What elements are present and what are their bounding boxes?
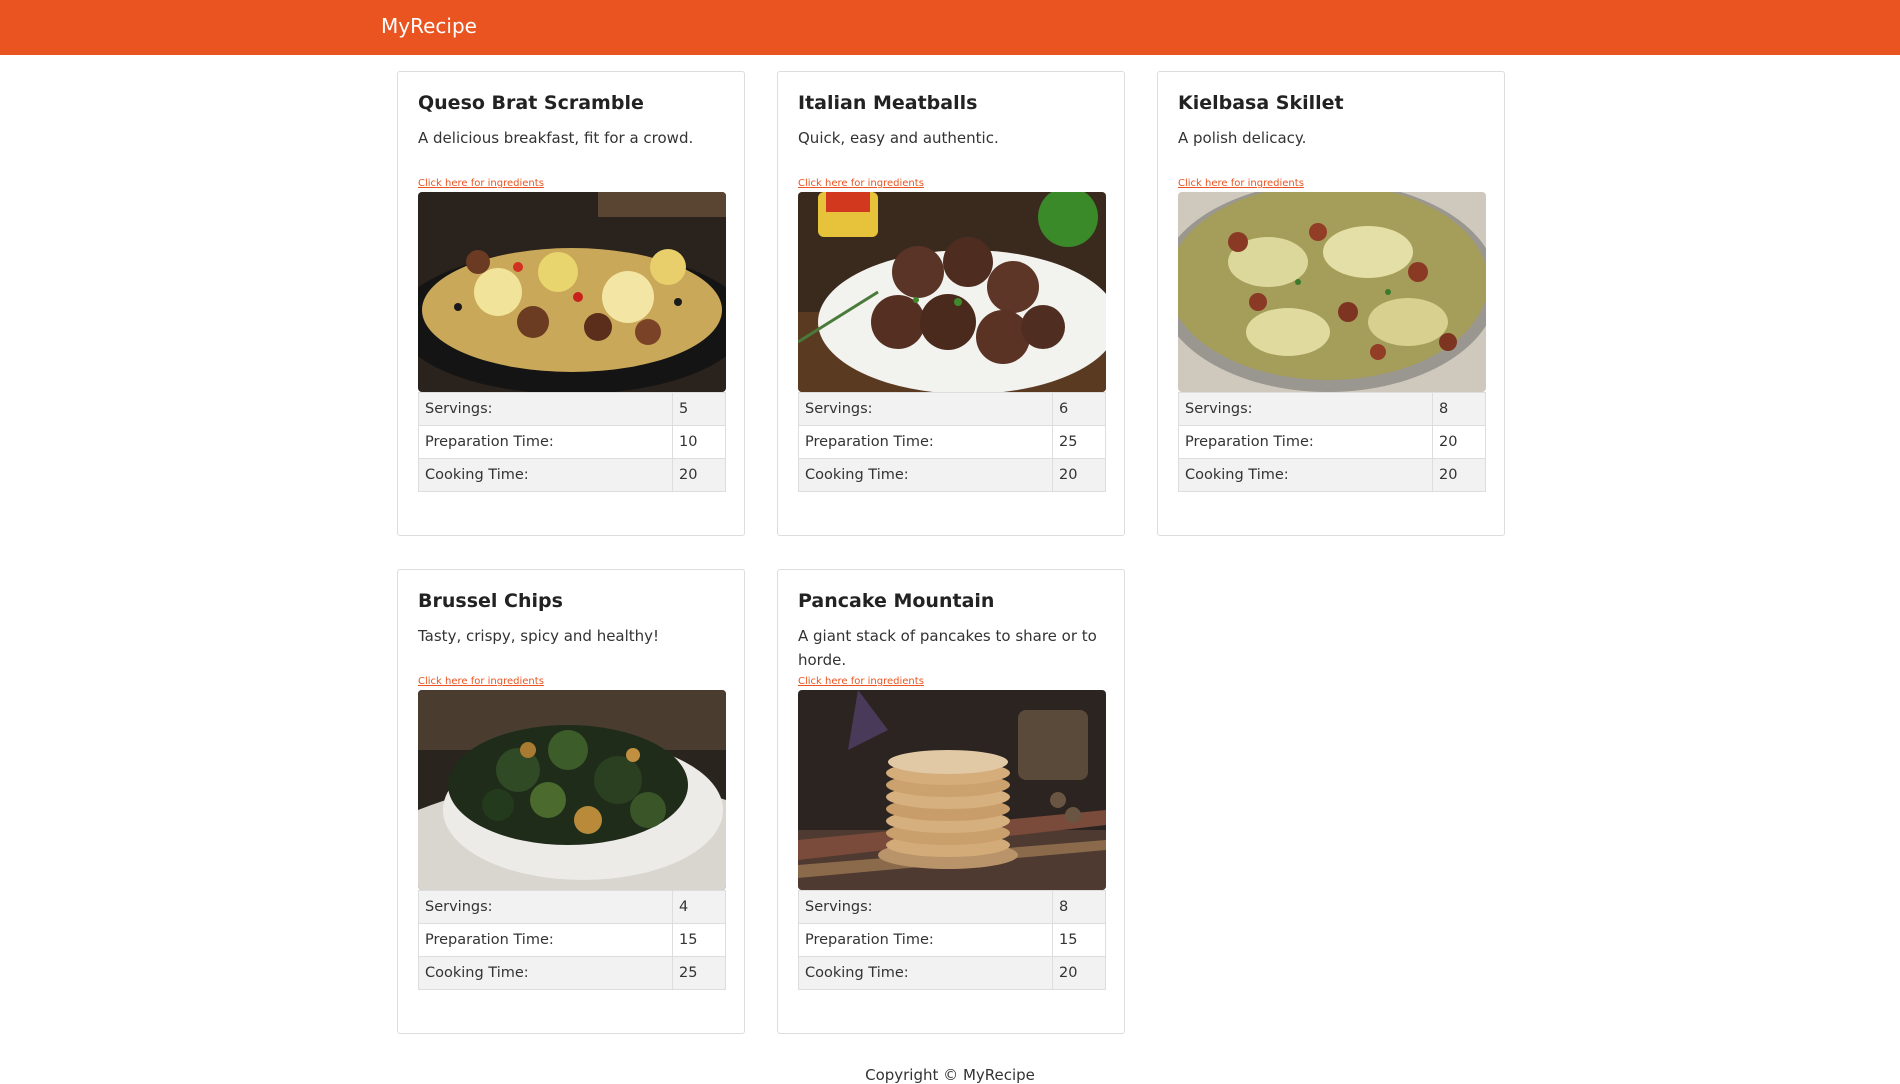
table-row: Preparation Time: 20 (1178, 425, 1486, 459)
recipe-stats-table: Servings: 6 Preparation Time: 25 Cooking… (798, 392, 1106, 492)
recipe-photo (418, 690, 726, 890)
servings-value: 6 (1052, 392, 1106, 426)
brand-link[interactable]: MyRecipe (381, 14, 477, 38)
recipe-description: A giant stack of pancakes to share or to… (798, 627, 1097, 669)
footer: Copyright © MyRecipe (0, 1066, 1900, 1084)
cook-time-label: Cooking Time: (1178, 458, 1433, 492)
table-row: Cooking Time: 20 (798, 956, 1106, 990)
table-row: Servings: 8 (798, 890, 1106, 924)
prep-time-value: 20 (1432, 425, 1486, 459)
recipe-card: Brussel Chips Tasty, crispy, spicy and h… (397, 569, 745, 1034)
table-row: Preparation Time: 25 (798, 425, 1106, 459)
recipe-title: Kielbasa Skillet (1178, 92, 1344, 114)
table-row: Preparation Time: 15 (418, 923, 726, 957)
ingredients-link[interactable]: Click here for ingredients (798, 178, 1106, 190)
table-row: Cooking Time: 20 (798, 458, 1106, 492)
table-row: Cooking Time: 20 (418, 458, 726, 492)
ingredients-link[interactable]: Click here for ingredients (1178, 178, 1486, 190)
recipe-photo (1178, 192, 1486, 392)
cook-time-value: 20 (672, 458, 726, 492)
servings-label: Servings: (798, 392, 1053, 426)
servings-label: Servings: (418, 890, 673, 924)
navbar: MyRecipe (0, 0, 1900, 55)
cook-time-label: Cooking Time: (418, 956, 673, 990)
servings-value: 5 (672, 392, 726, 426)
cook-time-label: Cooking Time: (798, 956, 1053, 990)
prep-time-label: Preparation Time: (418, 425, 673, 459)
prep-time-label: Preparation Time: (1178, 425, 1433, 459)
recipe-description: A delicious breakfast, fit for a crowd. (418, 129, 694, 147)
table-row: Cooking Time: 20 (1178, 458, 1486, 492)
prep-time-label: Preparation Time: (418, 923, 673, 957)
recipe-photo (798, 690, 1106, 890)
recipe-card: Pancake Mountain A giant stack of pancak… (777, 569, 1125, 1034)
table-row: Servings: 8 (1178, 392, 1486, 426)
ingredients-link[interactable]: Click here for ingredients (798, 676, 1106, 688)
servings-label: Servings: (798, 890, 1053, 924)
table-row: Servings: 6 (798, 392, 1106, 426)
recipe-photo (418, 192, 726, 392)
cook-time-value: 20 (1052, 956, 1106, 990)
recipe-stats-table: Servings: 4 Preparation Time: 15 Cooking… (418, 890, 726, 990)
cook-time-label: Cooking Time: (798, 458, 1053, 492)
ingredients-link[interactable]: Click here for ingredients (418, 676, 726, 688)
prep-time-value: 15 (672, 923, 726, 957)
table-row: Servings: 4 (418, 890, 726, 924)
recipe-card: Kielbasa Skillet A polish delicacy. Clic… (1157, 71, 1505, 536)
recipe-card: Queso Brat Scramble A delicious breakfas… (397, 71, 745, 536)
servings-value: 4 (672, 890, 726, 924)
recipe-card: Italian Meatballs Quick, easy and authen… (777, 71, 1125, 536)
recipe-title: Pancake Mountain (798, 590, 995, 612)
cook-time-value: 25 (672, 956, 726, 990)
ingredients-link[interactable]: Click here for ingredients (418, 178, 726, 190)
prep-time-value: 10 (672, 425, 726, 459)
cook-time-value: 20 (1052, 458, 1106, 492)
cook-time-label: Cooking Time: (418, 458, 673, 492)
servings-value: 8 (1432, 392, 1486, 426)
table-row: Cooking Time: 25 (418, 956, 726, 990)
recipe-description: A polish delicacy. (1178, 129, 1307, 147)
recipe-description: Tasty, crispy, spicy and healthy! (418, 627, 660, 645)
table-row: Servings: 5 (418, 392, 726, 426)
copyright-text: Copyright © (865, 1066, 963, 1084)
prep-time-value: 25 (1052, 425, 1106, 459)
recipe-title: Brussel Chips (418, 590, 563, 612)
table-row: Preparation Time: 10 (418, 425, 726, 459)
recipe-stats-table: Servings: 5 Preparation Time: 10 Cooking… (418, 392, 726, 492)
recipe-title: Italian Meatballs (798, 92, 978, 114)
servings-label: Servings: (1178, 392, 1433, 426)
recipe-description: Quick, easy and authentic. (798, 129, 999, 147)
prep-time-label: Preparation Time: (798, 923, 1053, 957)
servings-label: Servings: (418, 392, 673, 426)
prep-time-label: Preparation Time: (798, 425, 1053, 459)
table-row: Preparation Time: 15 (798, 923, 1106, 957)
recipe-stats-table: Servings: 8 Preparation Time: 20 Cooking… (1178, 392, 1486, 492)
cook-time-value: 20 (1432, 458, 1486, 492)
recipe-photo (798, 192, 1106, 392)
footer-brand-link[interactable]: MyRecipe (963, 1066, 1035, 1084)
recipe-title: Queso Brat Scramble (418, 92, 644, 114)
prep-time-value: 15 (1052, 923, 1106, 957)
recipe-stats-table: Servings: 8 Preparation Time: 15 Cooking… (798, 890, 1106, 990)
servings-value: 8 (1052, 890, 1106, 924)
